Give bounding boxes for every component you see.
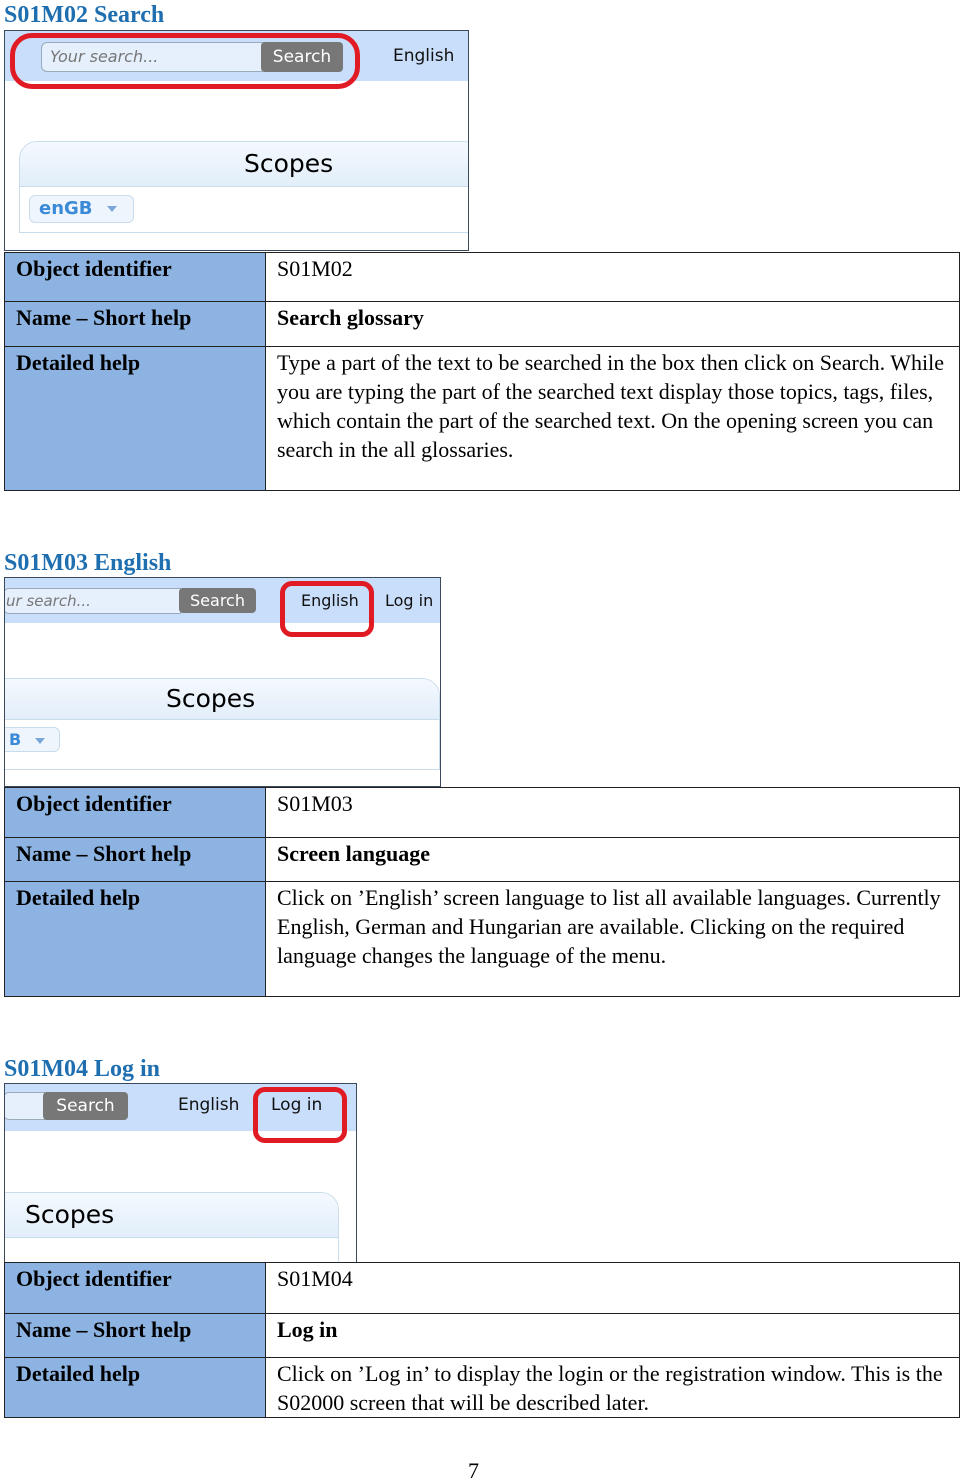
scopes-title: Scopes [5,679,439,720]
english-screenshot: ur search... Search English Log in Scope… [4,577,441,787]
label-name-short-help: Name – Short help [4,1313,266,1358]
short-help-value: Log in [265,1313,960,1358]
label-object-identifier: Object identifier [4,1262,266,1314]
scopes-panel: Scopes B [5,678,440,770]
login-screenshot: Search English Log in Scopes [4,1083,357,1263]
highlight-outline [253,1087,347,1143]
section-heading: S01M04 Log in [4,1056,161,1082]
object-identifier-value: S01M02 [265,252,960,302]
locale-dropdown[interactable]: enGB [29,195,134,223]
chevron-down-icon [106,206,117,212]
scopes-panel: Scopes enGB [19,141,468,233]
scopes-title: Scopes [20,142,468,187]
search-screenshot: Your search... Search English Scopes enG… [4,30,469,251]
label-name-short-help: Name – Short help [4,301,266,347]
section-heading: S01M02 Search [4,2,165,28]
search-input[interactable] [5,1092,47,1120]
info-table: Object identifier S01M02 Name – Short hel… [4,252,960,491]
page-number: 7 [468,1458,479,1483]
object-identifier-value: S01M03 [265,787,960,838]
scopes-title: Scopes [5,1193,338,1238]
short-help-value: Screen language [265,837,960,882]
detailed-help-value: Click on ’Log in’ to display the login o… [265,1357,960,1418]
detailed-help-value: Click on ’English’ screen language to li… [265,881,960,997]
language-link[interactable]: English [393,46,454,66]
section-heading: S01M03 English [4,550,172,576]
locale-value: B [9,730,22,749]
login-link[interactable]: Log in [385,591,433,610]
highlight-outline [280,581,374,637]
label-detailed-help: Detailed help [4,1357,266,1418]
info-table: Object identifier S01M04 Name – Short hel… [4,1262,960,1418]
search-button[interactable]: Search [179,588,256,613]
search-input[interactable]: ur search... [5,588,181,614]
chevron-down-icon [35,737,46,744]
label-object-identifier: Object identifier [4,787,266,838]
label-object-identifier: Object identifier [4,252,266,302]
short-help-value: Search glossary [265,301,960,347]
language-link[interactable]: English [178,1095,239,1115]
detailed-help-value: Type a part of the text to be searched i… [265,346,960,491]
scopes-panel: Scopes [5,1192,339,1262]
label-detailed-help: Detailed help [4,346,266,491]
info-table: Object identifier S01M03 Name – Short hel… [4,787,960,997]
label-detailed-help: Detailed help [4,881,266,997]
highlight-outline [10,33,360,89]
locale-dropdown[interactable]: B [5,727,60,752]
object-identifier-value: S01M04 [265,1262,960,1314]
locale-value: enGB [39,198,93,219]
label-name-short-help: Name – Short help [4,837,266,882]
search-button[interactable]: Search [43,1092,128,1120]
